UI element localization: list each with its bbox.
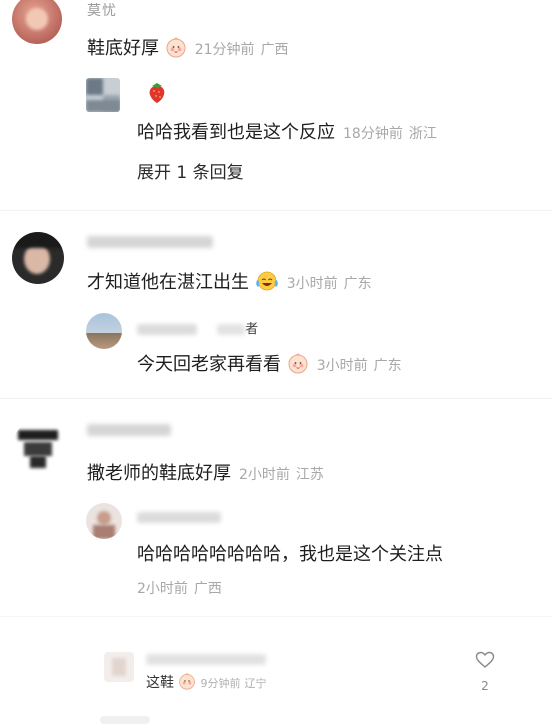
divider (0, 398, 552, 399)
reply-time: 2小时前 (137, 581, 188, 597)
comment-body: 鞋底好厚 (87, 38, 159, 59)
divider (0, 616, 552, 617)
reply-body: 今天回老家再看看 (137, 354, 281, 375)
baby-face-emoji (178, 672, 196, 694)
reply-body: 哈哈哈哈哈哈哈哈，我也是这个关注点 (137, 544, 443, 565)
username-blurred[interactable] (87, 236, 213, 252)
reply-time: 3小时前 (316, 358, 368, 374)
avatar[interactable] (12, 0, 62, 44)
reply-time: 18分钟前 (343, 126, 403, 142)
comment-time: 2小时前 (239, 467, 290, 483)
reply-avatar[interactable] (86, 503, 122, 539)
heart-outline-icon (474, 651, 496, 673)
baby-face-emoji (165, 36, 187, 63)
comment-time: 9分钟前 (200, 677, 241, 690)
comment-text[interactable]: 这鞋 9分钟前 辽宁 (146, 672, 266, 694)
reply-username-suffix: 者 (245, 322, 259, 337)
comment-body: 撒老师的鞋底好厚 (87, 463, 231, 484)
baby-face-emoji (287, 352, 309, 379)
comment-text[interactable]: 撒老师的鞋底好厚 2小时前 江苏 (87, 459, 324, 485)
next-comment-edge (100, 716, 150, 724)
reply-avatar[interactable] (86, 313, 122, 349)
username[interactable]: 莫忧 (87, 0, 117, 20)
comment-body: 才知道他在湛江出生 (87, 272, 249, 293)
reply-text[interactable]: 今天回老家再看看 3小时前 广东 (137, 350, 402, 379)
crying-laugh-emoji (255, 270, 279, 297)
username-blurred[interactable] (87, 424, 171, 440)
reply-location: 广东 (373, 358, 402, 374)
reply-text[interactable]: 哈哈哈哈哈哈哈哈，我也是这个关注点 (137, 540, 443, 566)
divider (0, 210, 552, 211)
username-blurred[interactable] (146, 650, 266, 669)
reply-location: 浙江 (408, 126, 437, 142)
avatar[interactable] (12, 420, 66, 474)
strawberry-icon (146, 80, 168, 108)
avatar[interactable] (104, 652, 134, 682)
comment-body: 这鞋 (146, 675, 174, 691)
like-button[interactable]: 2 (474, 651, 496, 693)
comment-time: 21分钟前 (194, 42, 255, 58)
reply-location: 广西 (193, 581, 222, 597)
expand-replies-button[interactable]: 展开 1 条回复 (137, 158, 244, 183)
comment-location: 江苏 (295, 467, 324, 483)
reply-username[interactable]: 者 (137, 318, 258, 337)
reply-body: 哈哈我看到也是这个反应 (137, 122, 335, 143)
reply-avatar[interactable] (86, 78, 120, 112)
comment-location: 广西 (260, 42, 289, 58)
comment-location: 广东 (343, 276, 372, 292)
comment-text[interactable]: 才知道他在湛江出生 3小时前 广东 (87, 268, 372, 297)
comment-text[interactable]: 鞋底好厚 21分钟前 广西 (87, 34, 289, 63)
reply-username-blurred[interactable] (137, 508, 221, 527)
comment-time: 3小时前 (286, 276, 338, 292)
reply-meta: 2小时前 广西 (137, 578, 222, 598)
avatar[interactable] (12, 232, 64, 284)
like-count: 2 (481, 679, 489, 693)
comment-location: 辽宁 (244, 677, 267, 690)
reply-text[interactable]: 哈哈我看到也是这个反应 18分钟前 浙江 (137, 118, 437, 144)
